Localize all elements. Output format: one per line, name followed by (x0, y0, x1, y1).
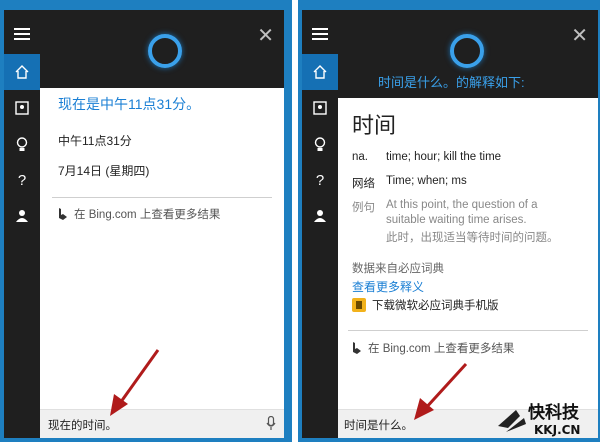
microphone-icon[interactable] (266, 416, 276, 431)
divider (52, 197, 272, 198)
query-text: 时间是什么。 (344, 420, 413, 432)
home-icon (313, 65, 327, 79)
example-zh: 此时，出现适当等待时间的问题。 (386, 232, 559, 244)
download-app-link[interactable]: 下载微软必应词典手机版 (352, 297, 499, 313)
feedback-button[interactable] (302, 198, 338, 234)
answer-header: 时间是什么。的解释如下: (378, 75, 525, 90)
definition-label: 网络 (352, 178, 375, 190)
definition-label: na. (352, 151, 368, 163)
query-text: 现在的时间。 (48, 420, 117, 432)
reminders-button[interactable] (4, 126, 40, 162)
sidebar: ? (302, 10, 338, 438)
time-answer-heading: 现在是中午11点31分。 (58, 96, 201, 112)
bing-more-results-link[interactable]: 在 Bing.com 上查看更多结果 (352, 340, 514, 356)
close-button[interactable]: ✕ (571, 26, 588, 46)
close-button[interactable]: ✕ (257, 26, 274, 46)
bing-more-results-link[interactable]: 在 Bing.com 上查看更多结果 (58, 206, 220, 222)
notebook-icon (15, 101, 29, 115)
query-bar[interactable]: 现在的时间。 (40, 409, 284, 438)
cortana-panel-left: ? ✕ 现在是中午11点31分。 中午11点31分 7月14日 (星期四) 在 … (0, 0, 292, 442)
bing-link-text: 在 Bing.com 上查看更多结果 (74, 209, 221, 221)
cortana-window: ✕ 时间是什么。的解释如下: 时间 na. time; hour; kill t… (338, 10, 598, 438)
reminders-button[interactable] (302, 126, 338, 162)
download-link-text: 下载微软必应词典手机版 (372, 300, 499, 312)
cortana-logo-icon (148, 34, 182, 68)
example-label: 例句 (352, 202, 375, 214)
question-icon: ? (315, 171, 325, 189)
home-icon (15, 65, 29, 79)
notebook-button[interactable] (302, 90, 338, 126)
menu-icon (312, 28, 328, 40)
home-button[interactable] (4, 54, 40, 90)
help-button[interactable]: ? (4, 162, 40, 198)
close-icon: ✕ (257, 25, 274, 47)
dictionary-word: 时间 (352, 113, 397, 138)
dictionary-source: 数据来自必应词典 (352, 263, 444, 275)
divider (348, 330, 588, 331)
help-button[interactable]: ? (302, 162, 338, 198)
bing-link-text: 在 Bing.com 上查看更多结果 (368, 343, 515, 355)
example-en-line: suitable waiting time arises. (386, 214, 527, 226)
notebook-button[interactable] (4, 90, 40, 126)
bing-logo-icon (353, 342, 361, 354)
time-value: 中午11点31分 (58, 134, 132, 148)
definition-text: Time; when; ms (386, 175, 467, 187)
menu-button[interactable] (4, 16, 40, 52)
date-value: 7月14日 (星期四) (58, 164, 150, 178)
cortana-logo-icon (450, 34, 484, 68)
cortana-header: ✕ 时间是什么。的解释如下: (338, 10, 598, 98)
definition-text: time; hour; kill the time (386, 151, 502, 163)
notebook-icon (313, 101, 327, 115)
menu-icon (14, 28, 30, 40)
lightbulb-icon (16, 136, 28, 151)
lightbulb-icon (314, 136, 326, 151)
cortana-header: ✕ (40, 10, 284, 88)
svg-text:KKJ.CN: KKJ.CN (534, 423, 580, 437)
close-icon: ✕ (571, 25, 588, 47)
svg-text:快科技: 快科技 (528, 402, 580, 423)
more-definitions-link[interactable]: 查看更多释义 (352, 278, 424, 295)
feedback-icon (314, 210, 326, 222)
question-icon: ? (17, 171, 27, 189)
feedback-icon (16, 210, 28, 222)
feedback-button[interactable] (4, 198, 40, 234)
menu-button[interactable] (302, 16, 338, 52)
sidebar: ? (4, 10, 40, 438)
cortana-window: ✕ 现在是中午11点31分。 中午11点31分 7月14日 (星期四) 在 Bi… (40, 10, 284, 438)
home-button[interactable] (302, 54, 338, 90)
kkj-watermark-logo: 快科技 KKJ.CN (498, 402, 580, 437)
cortana-panel-right: ? ✕ 时间是什么。的解释如下: 时间 na. time; hour; kill… (298, 0, 600, 442)
bing-logo-icon (59, 208, 67, 220)
dictionary-icon (352, 298, 366, 312)
example-en-line: At this point, the question of a (386, 199, 538, 211)
